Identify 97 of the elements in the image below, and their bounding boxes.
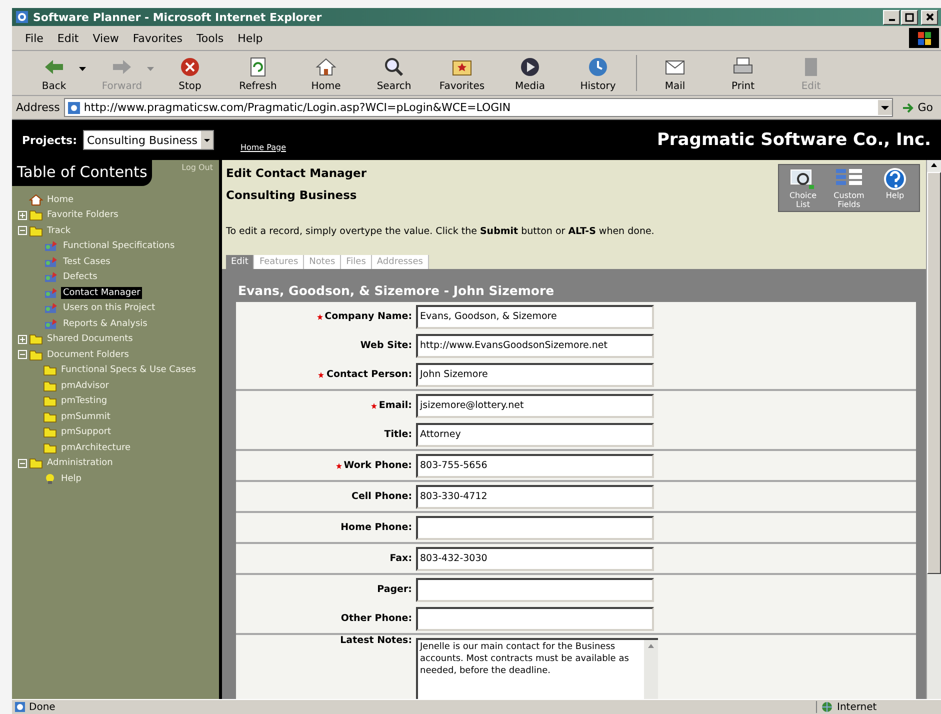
lightbulb-icon: [43, 472, 57, 485]
page-icon: [66, 100, 81, 114]
text-field[interactable]: Attorney: [416, 422, 654, 446]
field-label: Cell Phone:: [352, 491, 412, 502]
text-field[interactable]: http://www.EvansGoodsonSizemore.net: [416, 334, 654, 358]
house-icon: [29, 194, 43, 206]
toolbar-button[interactable]: Print: [709, 51, 777, 95]
tab[interactable]: Edit: [226, 255, 254, 269]
tool-icon: [43, 302, 59, 314]
field-label: Work Phone:: [344, 460, 412, 471]
menu-item[interactable]: Tools: [190, 30, 231, 46]
expand-icon[interactable]: [18, 210, 27, 220]
toolbar-button[interactable]: Custom Fields: [829, 167, 869, 209]
text-field[interactable]: [416, 516, 654, 540]
zone-text: Internet: [837, 702, 877, 712]
page-title: Edit Contact Manager: [226, 166, 368, 180]
menu-item[interactable]: Help: [230, 30, 270, 46]
tool-icon: [43, 286, 59, 299]
page-subtitle: Consulting Business: [226, 188, 358, 202]
folder-icon: [43, 410, 57, 423]
field-label: Fax:: [390, 553, 412, 564]
tool-icon: [43, 271, 59, 284]
header-link[interactable]: Home Page: [240, 142, 286, 152]
expand-icon[interactable]: [18, 334, 27, 344]
text-field[interactable]: 803-432-3030: [416, 546, 654, 570]
text-field[interactable]: John Sizemore: [416, 362, 654, 386]
record-title: Evans, Goodson, & Sizemore - John Sizemore: [237, 282, 556, 300]
toolbar-button[interactable]: Refresh: [224, 51, 292, 95]
go-button[interactable]: Go: [896, 100, 937, 114]
toolbar-button[interactable]: Search: [360, 51, 428, 95]
text-field[interactable]: jsizemore@lottery.net: [416, 394, 654, 418]
field-label: Other Phone:: [340, 613, 412, 624]
toolbar-button[interactable]: History: [564, 51, 632, 95]
status-text: Done: [29, 702, 56, 712]
field-label: Email:: [378, 400, 412, 411]
text-field[interactable]: 803-755-5656: [416, 454, 654, 478]
scrollbar[interactable]: [926, 160, 941, 699]
browser-icon: [15, 10, 29, 24]
company-name: Pragmatic Software Co., Inc.: [656, 130, 931, 150]
tool-icon: [43, 256, 59, 268]
folder-icon: [29, 333, 43, 346]
folder-icon: [29, 224, 43, 237]
text-field[interactable]: 803-330-4712: [416, 484, 654, 508]
go-arrow-icon: [900, 100, 915, 114]
tool-icon: [43, 240, 59, 252]
globe-icon: [821, 701, 833, 713]
menu-item[interactable]: Favorites: [126, 30, 190, 46]
field-label: Web Site:: [360, 340, 412, 351]
notes-field[interactable]: Jenelle is our main contact for the Business accounts. Most contracts must be available as needed, before the deadline.: [416, 638, 658, 699]
instructions-text: To edit a record, simply overtype the value. Click the Submit button or ALT-S when done.: [226, 226, 656, 237]
close-button[interactable]: [921, 10, 938, 24]
toolbar-button[interactable]: Stop: [156, 51, 224, 95]
folder-icon: [29, 209, 43, 222]
window-title: Software Planner - Microsoft Internet Explorer: [33, 10, 323, 24]
folder-icon: [43, 364, 57, 376]
scrollbar[interactable]: [644, 640, 658, 699]
folder-icon: [29, 348, 43, 361]
folder-icon: [43, 442, 57, 454]
toolbar-button[interactable]: Mail: [641, 51, 709, 95]
field-label: Company Name:: [324, 311, 412, 322]
collapse-icon[interactable]: [18, 226, 27, 236]
caret-icon[interactable]: [79, 67, 86, 71]
text-field[interactable]: Evans, Goodson, & Sizemore: [416, 304, 654, 328]
field-label: Contact Person:: [326, 369, 412, 380]
menu-item[interactable]: View: [86, 30, 126, 46]
panel-title: Table of Contents: [12, 160, 152, 186]
folder-icon: [43, 426, 57, 438]
maximize-button[interactable]: [901, 10, 918, 24]
flag-logo-icon: [909, 28, 939, 48]
folder-icon: [29, 457, 43, 470]
projects-label: Projects:: [22, 134, 77, 146]
toolbar-button[interactable]: Favorites: [428, 51, 496, 95]
collapse-icon[interactable]: [18, 458, 27, 468]
field-label: Home Phone:: [340, 522, 412, 533]
folder-icon: [43, 395, 57, 408]
project-select[interactable]: Consulting Business: [83, 130, 214, 150]
close-icon: [926, 13, 934, 21]
toolbar-button[interactable]: Choice List: [783, 167, 823, 209]
toolbar-button[interactable]: Home: [292, 51, 360, 95]
tool-icon: [43, 318, 59, 330]
collapse-icon[interactable]: [18, 350, 27, 360]
menu-item[interactable]: Edit: [50, 30, 86, 46]
text-field[interactable]: [416, 578, 654, 602]
address-field[interactable]: http://www.pragmaticsw.com/Pragmatic/Login.asp?WCI=pLogin&WCE=LOGIN: [64, 98, 893, 117]
toolbar-button[interactable]: Back: [20, 51, 88, 95]
address-label: Address: [16, 101, 60, 114]
toolbar-button[interactable]: Media: [496, 51, 564, 95]
maximize-icon: [905, 12, 914, 22]
minimize-button[interactable]: [883, 10, 900, 24]
toolbar-button[interactable]: Help: [875, 167, 915, 209]
text-field[interactable]: [416, 606, 654, 630]
menu-item[interactable]: File: [18, 30, 50, 46]
field-label: Pager:: [377, 584, 412, 595]
tree-item[interactable]: Contact Manager: [61, 286, 142, 299]
field-label: Latest Notes:: [340, 635, 412, 646]
field-label: Title:: [384, 429, 412, 440]
folder-icon: [43, 380, 57, 392]
